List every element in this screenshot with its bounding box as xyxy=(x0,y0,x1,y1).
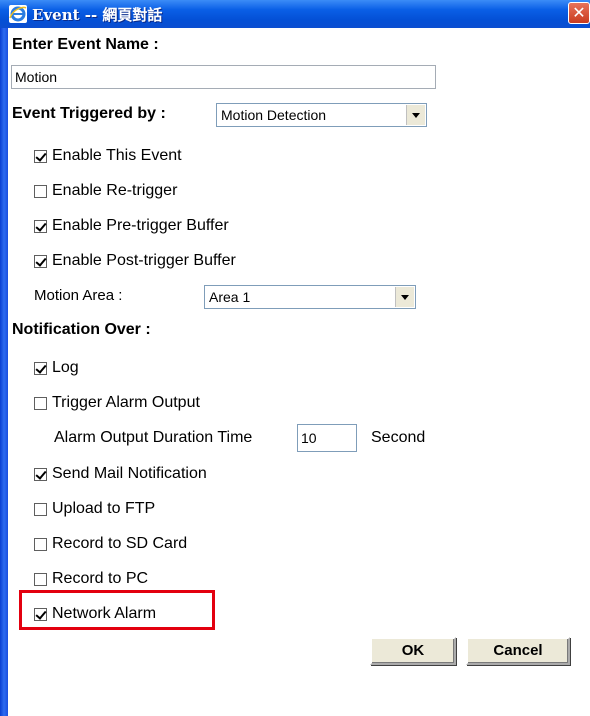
checkbox-enable-re-trigger[interactable] xyxy=(34,185,47,198)
dialog-content: Enter Event Name : Motion Event Triggere… xyxy=(8,28,590,716)
option-label: Enable This Event xyxy=(52,147,182,164)
chevron-down-icon[interactable] xyxy=(395,287,414,307)
checkbox-log[interactable] xyxy=(34,362,47,375)
option-label: Enable Re-trigger xyxy=(52,182,178,199)
window-title: Event -- 網頁對話 xyxy=(32,6,163,24)
close-icon[interactable]: ✕ xyxy=(568,2,590,24)
checkbox-send-mail-notification[interactable] xyxy=(34,468,47,481)
motion-area-label: Motion Area : xyxy=(34,287,123,304)
option-label: Send Mail Notification xyxy=(52,465,207,482)
window-left-border xyxy=(0,0,8,716)
checkbox-enable-post-trigger-buffer[interactable] xyxy=(34,255,47,268)
checkbox-record-to-sd-card[interactable] xyxy=(34,538,47,551)
alarm-duration-unit: Second xyxy=(371,429,426,446)
checkbox-enable-this-event[interactable] xyxy=(34,150,47,163)
triggered-by-label: Event Triggered by : xyxy=(12,105,166,122)
checkbox-upload-to-ftp[interactable] xyxy=(34,503,47,516)
triggered-by-value: Motion Detection xyxy=(221,107,327,123)
option-label: Record to PC xyxy=(52,570,149,587)
checkbox-trigger-alarm-output[interactable] xyxy=(34,397,47,410)
checkbox-network-alarm[interactable] xyxy=(34,608,47,621)
checkbox-record-to-pc[interactable] xyxy=(34,573,47,586)
chevron-down-icon[interactable] xyxy=(406,105,425,125)
triggered-by-select[interactable]: Motion Detection xyxy=(216,103,427,127)
notification-label: Notification Over : xyxy=(12,321,151,338)
event-name-input[interactable]: Motion xyxy=(11,65,436,89)
option-label: Network Alarm xyxy=(52,605,157,622)
ok-button[interactable]: OK xyxy=(370,637,456,665)
option-label: Log xyxy=(52,359,79,376)
alarm-duration-label: Alarm Output Duration Time xyxy=(54,429,253,446)
alarm-duration-input[interactable]: 10 xyxy=(297,424,357,452)
option-label: Enable Post-trigger Buffer xyxy=(52,252,236,269)
title-bar[interactable]: Event -- 網頁對話 ✕ xyxy=(0,0,590,28)
motion-area-select[interactable]: Area 1 xyxy=(204,285,416,309)
checkbox-enable-pre-trigger-buffer[interactable] xyxy=(34,220,47,233)
motion-area-value: Area 1 xyxy=(209,289,251,305)
event-name-label: Enter Event Name : xyxy=(12,36,159,53)
ie-icon xyxy=(9,5,27,23)
option-label: Enable Pre-trigger Buffer xyxy=(52,217,229,234)
option-label: Upload to FTP xyxy=(52,500,156,517)
option-label: Trigger Alarm Output xyxy=(52,394,200,411)
cancel-button[interactable]: Cancel xyxy=(466,637,570,665)
option-label: Record to SD Card xyxy=(52,535,188,552)
